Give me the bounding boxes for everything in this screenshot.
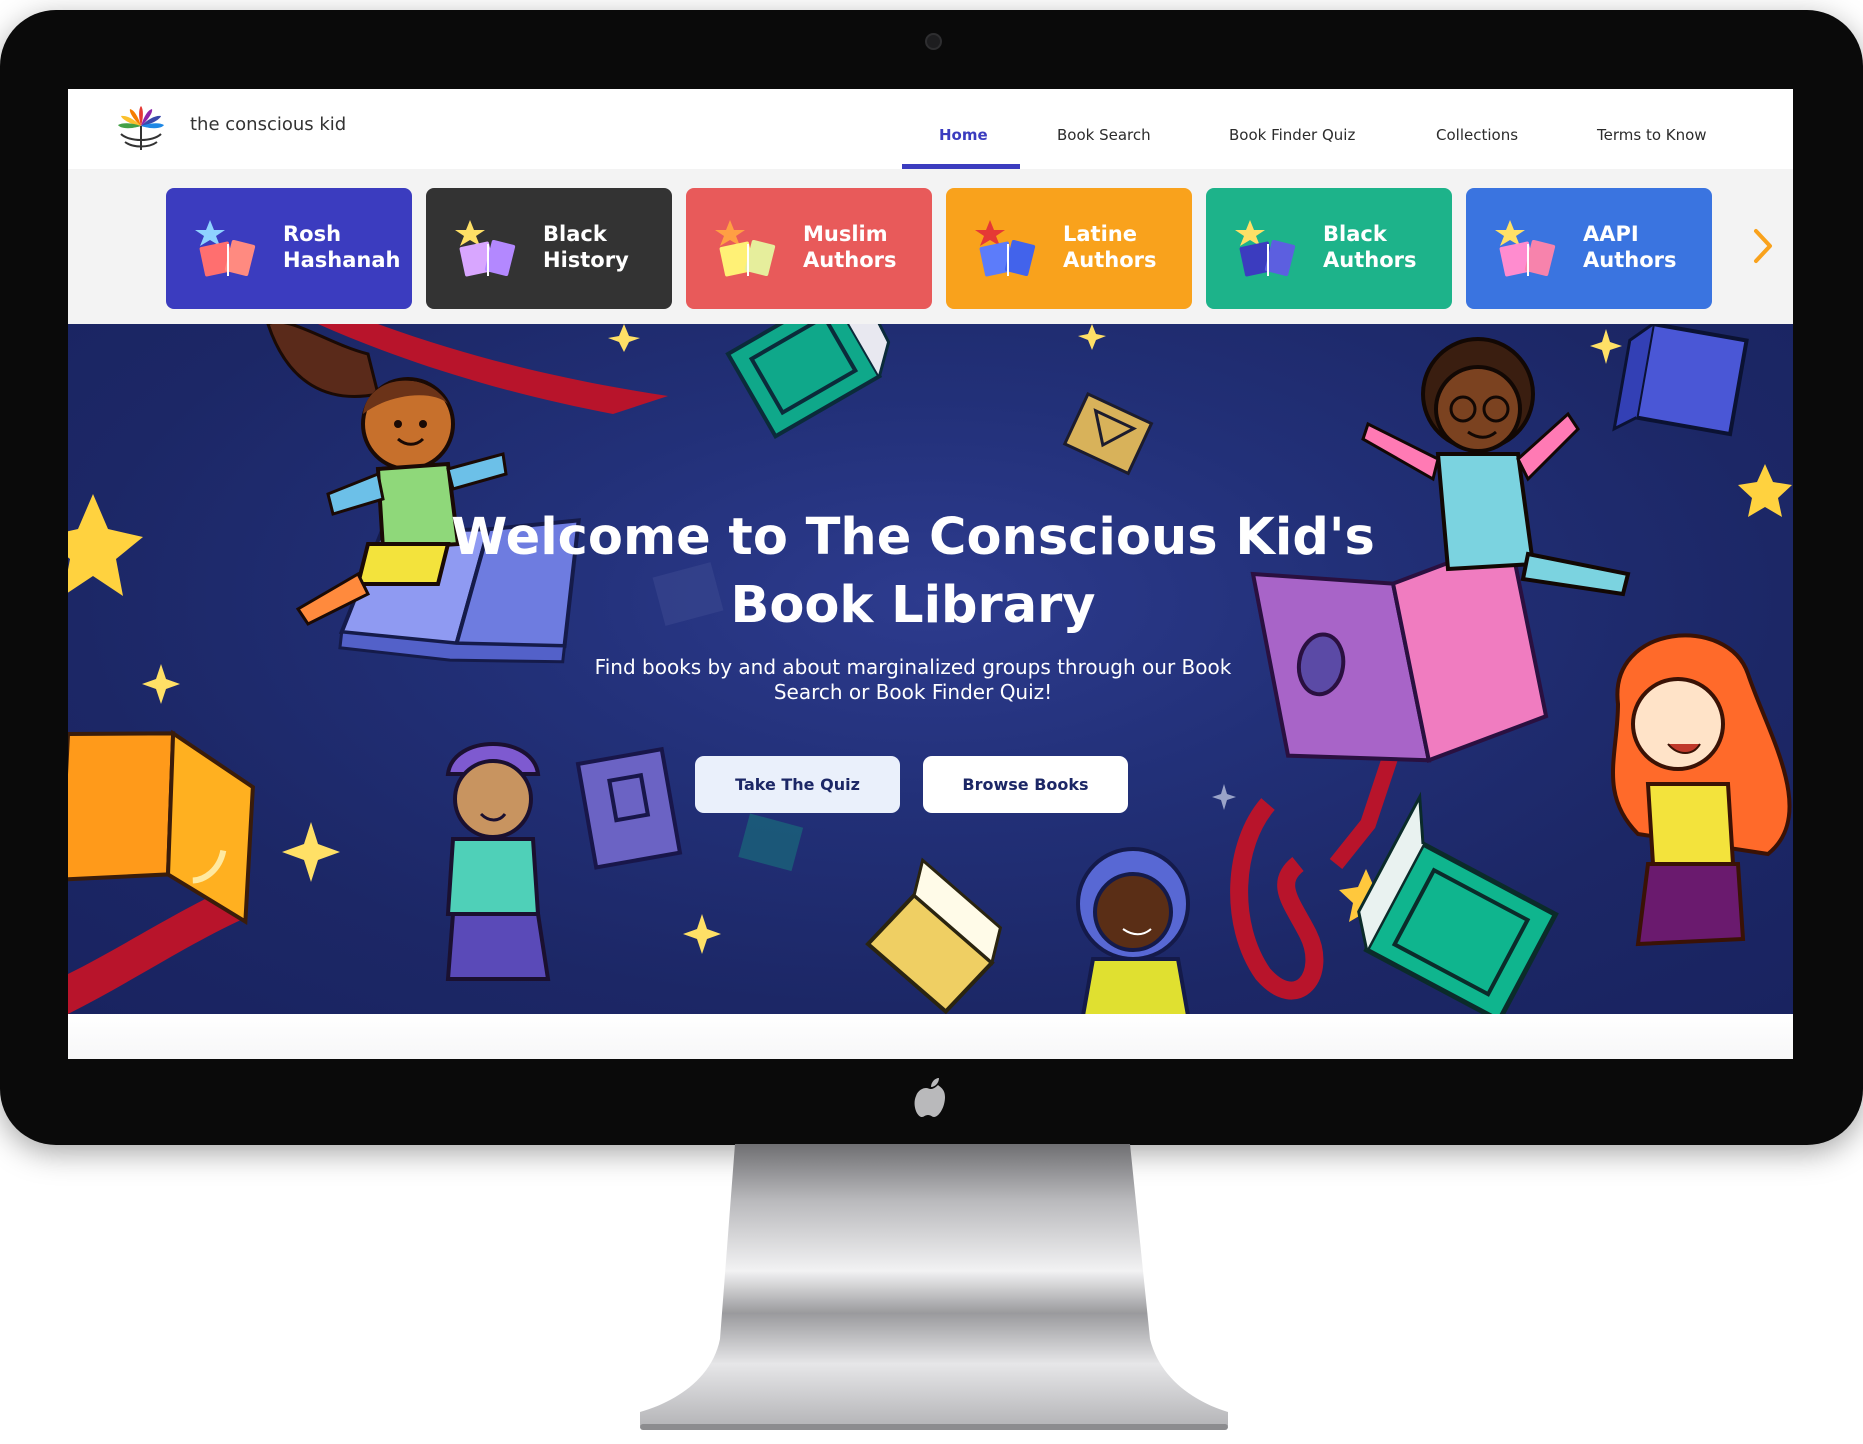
books-star-icon: [715, 220, 776, 277]
sparkle-icon: [1078, 324, 1106, 350]
collection-card-label: AAPI Authors: [1583, 222, 1677, 272]
sparkle-icon: [1590, 329, 1622, 364]
chevron-right-icon[interactable]: [1750, 223, 1776, 269]
nav-book-search[interactable]: Book Search: [1057, 126, 1151, 169]
take-quiz-button[interactable]: Take The Quiz: [695, 756, 900, 813]
monitor-bezel: the conscious kid Home Book Search Book …: [0, 10, 1863, 1145]
site-header: the conscious kid Home Book Search Book …: [68, 89, 1793, 169]
nav-book-finder-quiz[interactable]: Book Finder Quiz: [1229, 126, 1355, 169]
sparkle-icon: [1212, 784, 1236, 810]
browser-screen: the conscious kid Home Book Search Book …: [68, 89, 1793, 1059]
ribbon-shape: [1230, 798, 1324, 1000]
conscious-kid-logo-icon[interactable]: [115, 104, 167, 154]
browse-books-button[interactable]: Browse Books: [923, 756, 1128, 813]
nav-terms-to-know[interactable]: Terms to Know: [1597, 126, 1707, 169]
book-icon: [865, 857, 1003, 1014]
book-shadow-shape: [738, 813, 804, 872]
collection-card-label: Muslim Authors: [803, 222, 897, 272]
hero-title: Welcome to The Conscious Kid's Book Libr…: [451, 508, 1375, 635]
collection-card-latine-authors[interactable]: Latine Authors: [946, 188, 1192, 309]
collection-card-muslim-authors[interactable]: Muslim Authors: [686, 188, 932, 309]
page-content-below-hero: [68, 1014, 1793, 1059]
books-star-icon: [1495, 220, 1556, 277]
sparkle-icon: [608, 324, 640, 352]
collection-card-black-history[interactable]: Black History: [426, 188, 672, 309]
collection-card-label: Latine Authors: [1063, 222, 1157, 272]
hero-subtitle: Find books by and about marginalized gro…: [594, 655, 1232, 704]
monitor-stand: [640, 1144, 1228, 1430]
collection-card-label: Black History: [543, 222, 629, 272]
girl-character-hijab: [1076, 847, 1190, 1014]
collection-card-rosh-hashanah[interactable]: Rosh Hashanah: [166, 188, 412, 309]
brand-name[interactable]: the conscious kid: [190, 114, 346, 135]
camera-icon: [925, 33, 942, 50]
nav-home[interactable]: Home: [939, 126, 988, 169]
nav-collections[interactable]: Collections: [1436, 126, 1518, 169]
boy-character-cap: [445, 742, 551, 981]
book-icon: [1062, 392, 1154, 476]
books-star-icon: [195, 220, 256, 277]
book-icon: [725, 324, 891, 440]
apple-logo-icon: [914, 1078, 945, 1117]
sparkle-icon: [282, 822, 340, 882]
collection-card-label: Black Authors: [1323, 222, 1417, 272]
star-icon: [1738, 464, 1792, 517]
book-icon: [1612, 324, 1749, 437]
book-icon: [1357, 791, 1559, 1014]
books-star-icon: [1235, 220, 1296, 277]
collection-card-black-authors[interactable]: Black Authors: [1206, 188, 1452, 309]
sparkle-icon: [142, 664, 180, 704]
girl-character-red-hair: [1611, 633, 1792, 947]
hero-banner: Welcome to The Conscious Kid's Book Libr…: [68, 324, 1793, 1014]
sparkle-icon: [683, 914, 721, 954]
collection-card-label: Rosh Hashanah: [283, 222, 401, 272]
book-icon: [575, 746, 683, 870]
star-icon: [68, 494, 143, 596]
collection-card-aapi-authors[interactable]: AAPI Authors: [1466, 188, 1712, 309]
books-star-icon: [455, 220, 516, 277]
books-star-icon: [975, 220, 1036, 277]
